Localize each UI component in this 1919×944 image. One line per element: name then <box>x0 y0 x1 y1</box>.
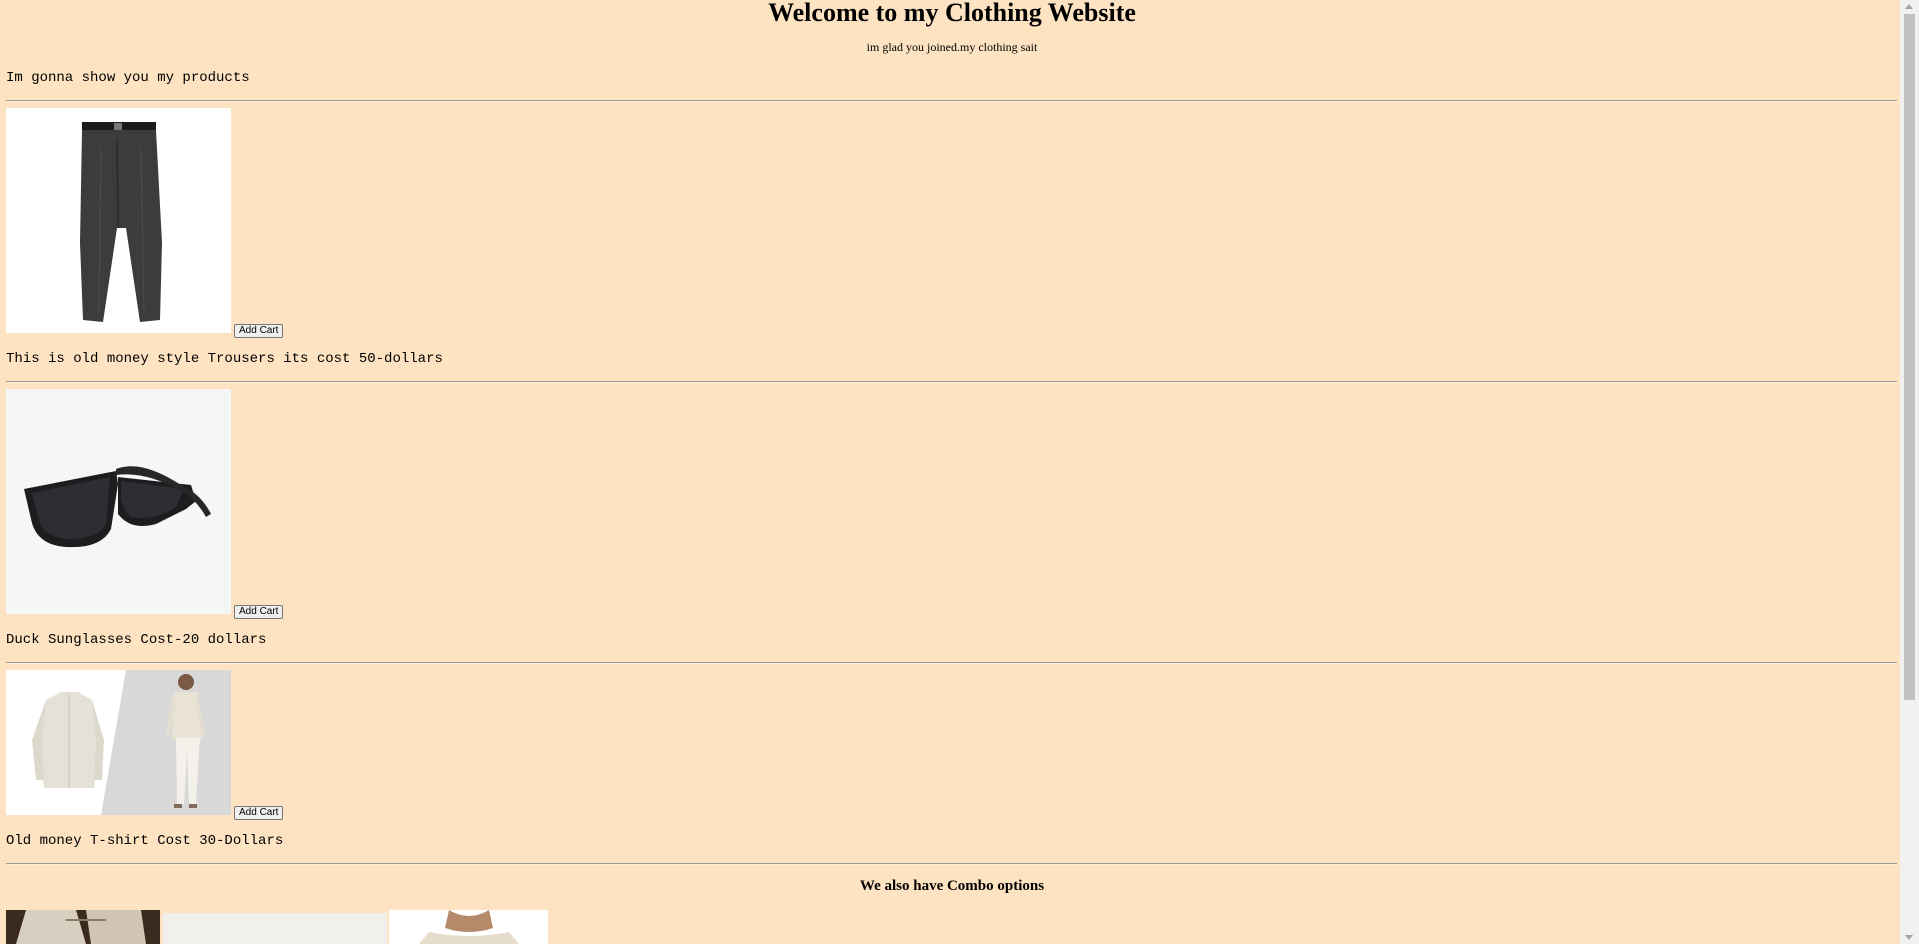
combo-image-1 <box>6 910 160 944</box>
combo-title: We also have Combo options <box>859 878 1045 894</box>
scroll-up-icon[interactable] <box>1905 4 1913 9</box>
product-description-sunglasses: Duck Sunglasses Cost-20 dollars <box>6 632 267 648</box>
product-description-shirt: Old money T-shirt Cost 30-Dollars <box>6 833 284 849</box>
divider <box>6 863 1897 865</box>
page-subtitle: im glad you joined.my clothing sait <box>866 40 1038 54</box>
add-cart-button-trousers[interactable]: Add Cart <box>234 324 284 338</box>
shirt-image <box>6 670 231 815</box>
divider <box>6 662 1897 664</box>
vertical-scrollbar[interactable] <box>1900 0 1919 944</box>
page-title: Welcome to my Clothing Website <box>768 0 1136 27</box>
sunglasses-image <box>6 389 231 614</box>
combo-image-3 <box>389 910 548 944</box>
trousers-image <box>6 108 231 333</box>
intro-text: Im gonna show you my products <box>6 70 250 86</box>
scrollbar-thumb[interactable] <box>1904 14 1915 700</box>
add-cart-button-sunglasses[interactable]: Add Cart <box>234 605 284 619</box>
product-description-trousers: This is old money style Trousers its cos… <box>6 351 443 367</box>
combo-image-2 <box>163 913 387 944</box>
divider <box>6 381 1897 383</box>
add-cart-button-shirt[interactable]: Add Cart <box>234 806 284 820</box>
page-content: Welcome to my Clothing Website im glad y… <box>0 0 1900 944</box>
scroll-down-icon[interactable] <box>1905 935 1913 940</box>
divider <box>6 100 1897 102</box>
